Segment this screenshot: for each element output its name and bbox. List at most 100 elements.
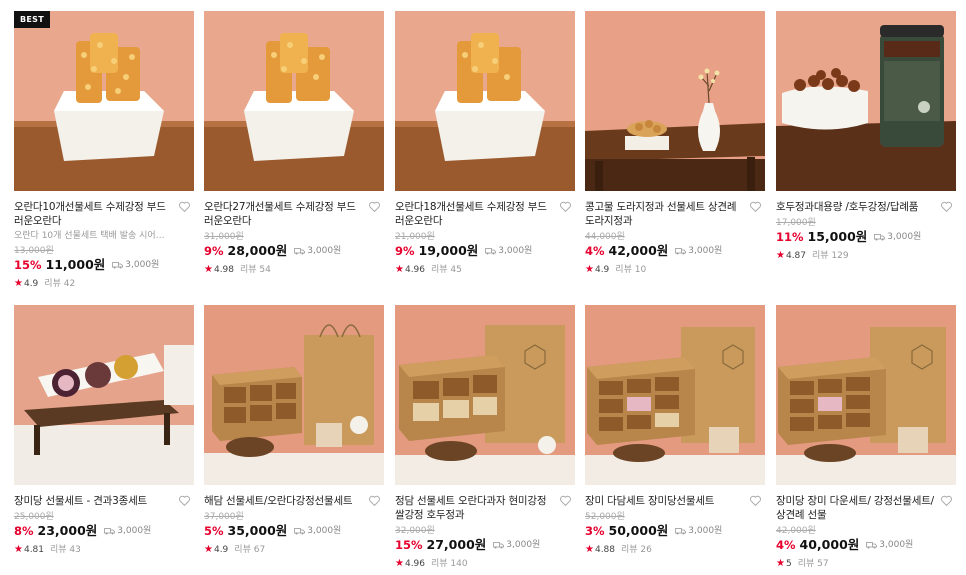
original-price: 17,000원	[776, 218, 816, 228]
star-icon: ★	[395, 264, 404, 275]
discount-rate: 4%	[585, 244, 605, 258]
shipping-fee-value: 3,000원	[498, 246, 533, 256]
star-icon: ★	[14, 544, 23, 555]
original-price: 32,000원	[395, 526, 435, 536]
star-icon: ★	[14, 278, 23, 289]
sale-price: 23,000원	[37, 523, 98, 538]
discount-rate: 8%	[14, 524, 34, 538]
original-price: 21,000원	[395, 232, 435, 242]
truck-icon	[294, 528, 306, 535]
product-card[interactable]: 정담 선물세트 오란다과자 현미강정 쌀강정 호두정과 32,000원 15% …	[395, 305, 575, 570]
product-card[interactable]: 호두정과대용량 /호두강정/답례품 17,000원 11% 15,000원 3,…	[776, 11, 956, 262]
shipping-fee: 3,000원	[874, 229, 921, 245]
product-name[interactable]: 장미당 장미 다운세트/ 강정선물세트/상견례 선물	[776, 494, 934, 522]
product-name[interactable]: 콩고물 도라지정과 선물세트 상견례 도라지정과	[585, 200, 743, 228]
product-image[interactable]	[395, 11, 575, 191]
discount-rate: 3%	[585, 524, 605, 538]
product-image[interactable]	[585, 305, 765, 485]
sale-price: 27,000원	[426, 537, 487, 552]
truck-icon	[675, 248, 687, 255]
product-image[interactable]	[395, 305, 575, 485]
heart-icon[interactable]	[178, 494, 191, 507]
heart-icon[interactable]	[749, 494, 762, 507]
star-icon: ★	[776, 558, 785, 569]
sale-price: 11,000원	[45, 257, 106, 272]
heart-icon[interactable]	[749, 200, 762, 213]
sale-price: 15,000원	[807, 229, 868, 244]
original-price: 44,000원	[585, 232, 625, 242]
review-count[interactable]: 리뷰 10	[615, 264, 646, 276]
discount-rate: 4%	[776, 538, 796, 552]
heart-icon[interactable]	[559, 200, 572, 213]
review-count[interactable]: 리뷰 57	[798, 558, 829, 570]
heart-icon[interactable]	[368, 494, 381, 507]
product-card[interactable]: 오란다27개선물세트 수제강정 부드러운오란다 31,000원 9% 28,00…	[204, 11, 384, 276]
review-count[interactable]: 리뷰 26	[621, 544, 652, 556]
product-card[interactable]: 장미 다담세트 장미당선물세트 52,000원 3% 50,000원 3,000…	[585, 305, 765, 556]
heart-icon[interactable]	[368, 200, 381, 213]
discount-rate: 9%	[395, 244, 415, 258]
sale-price: 28,000원	[227, 243, 288, 258]
rating-score: 4.96	[404, 265, 426, 275]
product-image[interactable]	[776, 11, 956, 191]
review-count[interactable]: 리뷰 67	[234, 544, 265, 556]
review-count[interactable]: 리뷰 42	[44, 278, 75, 290]
rating-score: 4.96	[404, 559, 426, 569]
product-card[interactable]: 해담 선물세트/오란다강정선물세트 37,000원 5% 35,000원 3,0…	[204, 305, 384, 556]
sale-price: 42,000원	[608, 243, 669, 258]
discount-rate: 9%	[204, 244, 224, 258]
rating-score: 4.87	[785, 251, 807, 261]
product-image[interactable]	[14, 305, 194, 485]
product-image[interactable]	[204, 11, 384, 191]
review-count[interactable]: 리뷰 43	[50, 544, 81, 556]
product-name[interactable]: 오란다10개선물세트 수제강정 부드러운오란다	[14, 200, 172, 228]
sale-price: 35,000원	[227, 523, 288, 538]
product-name[interactable]: 오란다27개선물세트 수제강정 부드러운오란다	[204, 200, 362, 228]
rating-score: 4.88	[594, 545, 616, 555]
review-count[interactable]: 리뷰 129	[812, 250, 849, 262]
heart-icon[interactable]	[940, 200, 953, 213]
rating-score: 4.9	[594, 265, 610, 275]
truck-icon	[493, 542, 505, 549]
star-icon: ★	[395, 558, 404, 569]
original-price: 13,000원	[14, 246, 54, 256]
star-icon: ★	[776, 250, 785, 261]
shipping-fee: 3,000원	[112, 257, 159, 273]
original-price: 42,000원	[776, 526, 816, 536]
shipping-fee-value: 3,000원	[688, 526, 723, 536]
heart-icon[interactable]	[940, 494, 953, 507]
original-price: 52,000원	[585, 512, 625, 522]
product-name[interactable]: 오란다18개선물세트 수제강정 부드러운오란다	[395, 200, 553, 228]
sale-price: 40,000원	[799, 537, 860, 552]
product-card[interactable]: 장미당 선물세트 - 견과3종세트 25,000원 8% 23,000원 3,0…	[14, 305, 194, 556]
shipping-fee: 3,000원	[485, 243, 532, 259]
rating-score: 4.98	[213, 265, 235, 275]
discount-rate: 5%	[204, 524, 224, 538]
product-image[interactable]: BEST	[14, 11, 194, 191]
rating-score: 4.81	[23, 545, 45, 555]
product-card[interactable]: 장미당 장미 다운세트/ 강정선물세트/상견례 선물 42,000원 4% 40…	[776, 305, 956, 570]
heart-icon[interactable]	[559, 494, 572, 507]
truck-icon	[485, 248, 497, 255]
review-count[interactable]: 리뷰 54	[240, 264, 271, 276]
star-icon: ★	[585, 264, 594, 275]
product-name[interactable]: 정담 선물세트 오란다과자 현미강정 쌀강정 호두정과	[395, 494, 553, 522]
shipping-fee: 3,000원	[294, 243, 341, 259]
heart-icon[interactable]	[178, 200, 191, 213]
sale-price: 19,000원	[418, 243, 479, 258]
product-image[interactable]	[585, 11, 765, 191]
review-count[interactable]: 리뷰 140	[431, 558, 468, 570]
product-card[interactable]: 콩고물 도라지정과 선물세트 상견례 도라지정과 44,000원 4% 42,0…	[585, 11, 765, 276]
shipping-fee: 3,000원	[675, 523, 722, 539]
shipping-fee-value: 3,000원	[117, 526, 152, 536]
truck-icon	[112, 262, 124, 269]
shipping-fee-value: 3,000원	[307, 246, 342, 256]
product-card[interactable]: BEST 오란다10개선물세트 수제강정 부드러운오란다 오란다 10개 선물세…	[14, 11, 194, 290]
review-count[interactable]: 리뷰 45	[431, 264, 462, 276]
shipping-fee: 3,000원	[866, 537, 913, 553]
product-image[interactable]	[204, 305, 384, 485]
truck-icon	[104, 528, 116, 535]
product-card[interactable]: 오란다18개선물세트 수제강정 부드러운오란다 21,000원 9% 19,00…	[395, 11, 575, 276]
product-image[interactable]	[776, 305, 956, 485]
best-badge: BEST	[14, 11, 50, 28]
